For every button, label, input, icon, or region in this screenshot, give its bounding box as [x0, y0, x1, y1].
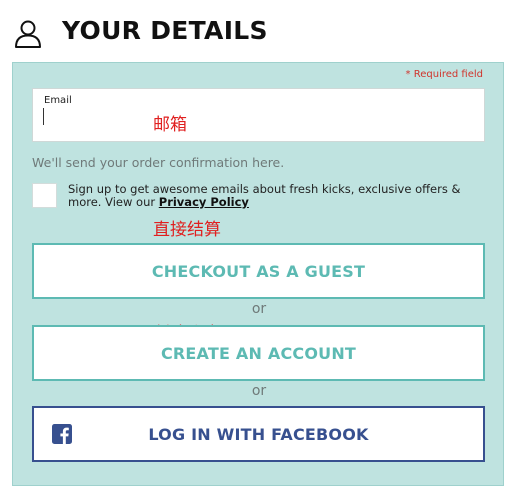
- page-title: YOUR DETAILS: [62, 16, 268, 45]
- create-account-button[interactable]: CREATE AN ACCOUNT: [32, 325, 485, 381]
- checkout-guest-button[interactable]: CHECKOUT AS A GUEST: [32, 243, 485, 299]
- signup-text: Sign up to get awesome emails about fres…: [68, 183, 488, 209]
- signup-checkbox[interactable]: [32, 183, 57, 208]
- details-panel: * Required field Email 邮箱 We'll send you…: [12, 62, 504, 486]
- user-icon: [15, 20, 41, 48]
- facebook-icon: [52, 424, 72, 444]
- privacy-policy-link[interactable]: Privacy Policy: [159, 195, 249, 209]
- facebook-login-label: LOG IN WITH FACEBOOK: [148, 424, 369, 444]
- or-separator-2: or: [251, 383, 267, 399]
- email-annotation: 邮箱: [153, 115, 187, 135]
- email-hint: We'll send your order confirmation here.: [32, 155, 285, 170]
- or-separator: or: [251, 301, 267, 317]
- section-header: YOUR DETAILS: [14, 12, 504, 52]
- signup-label: Sign up to get awesome emails about fres…: [68, 182, 461, 209]
- guest-annotation: 直接结算: [153, 220, 221, 240]
- email-label: Email: [44, 95, 72, 106]
- facebook-login-button[interactable]: LOG IN WITH FACEBOOK: [32, 406, 485, 462]
- required-note: * Required field: [405, 69, 483, 80]
- email-field[interactable]: Email: [32, 88, 485, 142]
- text-caret: [43, 108, 44, 125]
